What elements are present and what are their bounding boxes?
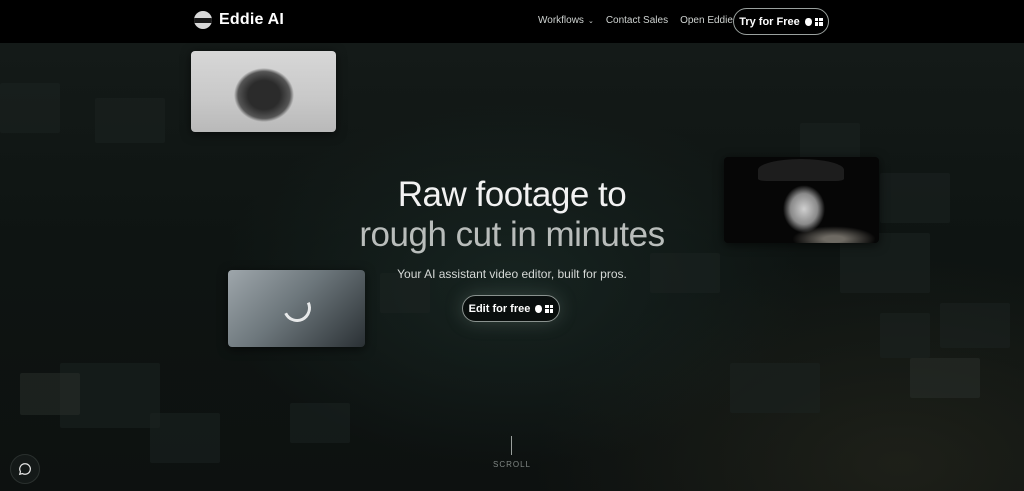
nav-link-label: Open Eddie <box>680 15 733 26</box>
video-thumbnail-sculpture <box>191 51 336 132</box>
headline-line-1: Raw footage to <box>397 175 627 214</box>
scroll-indicator-line <box>511 436 512 455</box>
hero-subtitle: Your AI assistant video editor, built fo… <box>397 267 627 281</box>
video-thumbnail-loading <box>228 270 365 347</box>
apple-icon <box>535 304 543 313</box>
edit-for-free-label: Edit for free <box>468 302 531 315</box>
chevron-down-icon: ⌄ <box>587 17 594 25</box>
loading-spinner-icon <box>279 290 315 326</box>
hero-headline: Raw footage to rough cut in minutes <box>0 175 1024 255</box>
nav-link-label: Workflows <box>538 15 584 26</box>
try-for-free-label: Try for Free <box>739 15 800 28</box>
logo[interactable]: Eddie AI <box>194 11 284 29</box>
nav-link-label: Contact Sales <box>605 15 669 26</box>
headline-line-2: rough cut in minutes <box>359 215 665 254</box>
windows-icon <box>814 17 823 26</box>
scroll-label: SCROLL <box>492 460 531 469</box>
nav-links: Workflows ⌄ Contact Sales Open Eddie <box>538 15 733 26</box>
chat-bubble-icon <box>18 463 31 476</box>
top-nav: Eddie AI Workflows ⌄ Contact Sales Open … <box>0 0 1024 43</box>
chat-button[interactable] <box>10 454 40 484</box>
eddie-logo-icon <box>194 11 212 29</box>
edit-for-free-button[interactable]: Edit for free <box>462 295 560 322</box>
apple-icon <box>804 17 812 26</box>
try-for-free-button[interactable]: Try for Free <box>733 8 829 35</box>
nav-link-open-eddie[interactable]: Open Eddie <box>680 15 733 26</box>
nav-link-workflows[interactable]: Workflows ⌄ <box>538 15 594 26</box>
windows-icon <box>545 304 554 313</box>
logo-text: Eddie AI <box>219 11 285 28</box>
nav-link-contact-sales[interactable]: Contact Sales <box>606 15 668 26</box>
